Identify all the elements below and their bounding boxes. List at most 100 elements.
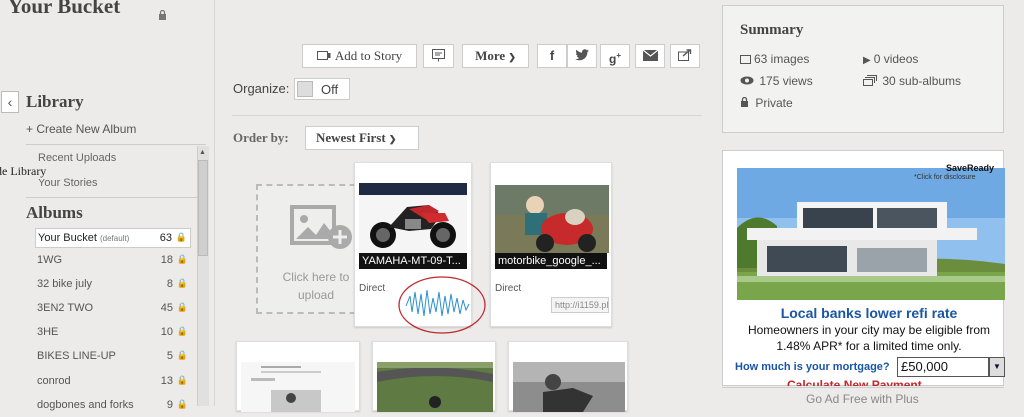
views-count: 175 views (759, 74, 813, 88)
videos-count: 0 videos (873, 52, 919, 66)
lock-icon (158, 9, 167, 23)
library-heading: Library (26, 92, 84, 111)
organize-state: Off (321, 82, 339, 97)
photo-tile[interactable] (508, 341, 628, 412)
page-title: Your Bucket (8, 0, 121, 18)
privacy-value: Private (755, 96, 793, 110)
photo-thumbnail[interactable] (513, 362, 625, 412)
album-item[interactable]: BIKES LINE-UP 5 🔒 (35, 347, 191, 367)
sidebar-scroll-thumb[interactable] (198, 160, 208, 256)
photo-thumbnail[interactable] (495, 185, 609, 253)
chevron-down-icon: ❯ (508, 52, 516, 62)
album-name: dogbones and forks (37, 399, 134, 411)
dropdown-arrow-icon[interactable]: ▼ (989, 357, 1005, 377)
organize-label: Organize: (233, 81, 290, 96)
album-item[interactable]: 3HE 10 🔒 (35, 323, 191, 343)
album-count: 5 (166, 350, 173, 362)
album-count: 45 (160, 302, 173, 314)
annotation-scribble (396, 274, 488, 341)
album-item[interactable]: conrod 13 🔒 (35, 372, 191, 392)
ad-cta-button[interactable]: Calculate New Payment (787, 378, 922, 386)
divider (722, 387, 1004, 388)
order-by-select[interactable]: Newest First ❯ (305, 126, 419, 150)
album-name: 32 bike july (37, 278, 93, 290)
ad-free-link[interactable]: Go Ad Free with Plus (806, 392, 919, 406)
photo-thumbnail[interactable] (241, 362, 355, 412)
photo-tile[interactable] (372, 341, 496, 412)
page-scrollbar[interactable] (1010, 0, 1024, 406)
ad-disclosure[interactable]: *Click for disclosure (914, 174, 975, 181)
more-label: More (475, 48, 506, 63)
direct-label: Direct (495, 283, 522, 294)
upload-text-line: upload (297, 288, 335, 302)
lock-icon: 🔒 (175, 232, 187, 242)
your-stories-link[interactable]: Your Stories (38, 177, 98, 189)
album-name: 3EN2 TWO (37, 302, 94, 314)
images-stat: 63 images (740, 52, 809, 66)
presentation-button[interactable] (423, 44, 454, 68)
album-item[interactable]: 1WG 18 🔒 (35, 251, 191, 271)
album-count: 9 (166, 399, 173, 411)
album-item-your-bucket[interactable]: Your Bucket (default) 63 🔒 (35, 228, 191, 248)
album-count: 63 (159, 232, 172, 244)
chevron-down-icon: ❯ (388, 134, 397, 144)
lock-icon: 🔒 (176, 350, 188, 360)
album-item[interactable]: 32 bike july 8 🔒 (35, 275, 191, 295)
lock-icon: 🔒 (176, 326, 188, 336)
divider (232, 115, 702, 116)
album-name: conrod (37, 375, 71, 387)
album-count: 8 (166, 278, 173, 290)
create-album-link[interactable]: + Create New Album (26, 122, 136, 136)
ad-sponsor[interactable]: SaveReady (920, 164, 994, 173)
divider (26, 197, 206, 198)
sub-albums-stat: 30 sub-albums (863, 74, 961, 88)
email-icon[interactable] (635, 44, 665, 68)
album-item[interactable]: 3EN2 TWO 45 🔒 (35, 299, 191, 319)
upload-text-line: Click here to (282, 270, 350, 284)
hide-library-link[interactable]: de Library (0, 164, 47, 179)
google-plus-icon[interactable]: g+ (600, 44, 630, 68)
images-count: 63 images (754, 52, 810, 66)
story-icon (316, 47, 331, 69)
album-count: 13 (160, 375, 173, 387)
photo-thumbnail[interactable] (377, 362, 493, 412)
order-by-value: Newest First (316, 130, 386, 145)
mortgage-amount-select[interactable]: £50,000 (897, 357, 989, 377)
photo-caption: YAMAHA-MT-09-T... (359, 253, 467, 269)
facebook-icon[interactable]: f (537, 44, 567, 68)
twitter-icon[interactable] (567, 44, 597, 68)
album-name: 1WG (37, 254, 63, 266)
add-to-story-button[interactable]: Add to Story (302, 44, 417, 68)
summary-title: Summary (740, 22, 804, 38)
album-name: BIKES LINE-UP (37, 350, 116, 362)
ad-body-line: 1.48% APR* for a limited time only. (776, 339, 962, 353)
photo-thumbnail[interactable] (359, 183, 467, 253)
ad-body: Homeowners in your city may be eligible … (738, 322, 1000, 354)
ad-image[interactable] (737, 168, 1005, 305)
upload-text[interactable]: Click here to upload (266, 268, 366, 304)
presentation-icon (432, 48, 445, 63)
lock-icon: 🔒 (176, 302, 188, 312)
chevron-left-icon[interactable]: ‹ (1, 91, 19, 113)
lock-icon: 🔒 (176, 254, 188, 264)
lock-icon: 🔒 (176, 375, 188, 385)
album-name: Your Bucket (default) (38, 232, 130, 244)
toggle-knob[interactable] (297, 81, 313, 97)
ad-headline[interactable]: Local banks lower refi rate (738, 305, 1000, 321)
more-dropdown[interactable]: More ❯ (462, 44, 529, 68)
scroll-up-arrow-icon[interactable]: ▲ (199, 148, 206, 156)
album-item[interactable]: dogbones and forks 9 🔒 (35, 396, 191, 416)
share-icon[interactable] (670, 44, 700, 68)
photo-tile[interactable] (236, 341, 360, 412)
add-to-story-label: Add to Story (334, 48, 403, 63)
ad-question: How much is your mortgage? (735, 361, 890, 373)
album-name: 3HE (37, 326, 59, 338)
direct-url-field[interactable]: http://i1159.pl (551, 297, 609, 313)
direct-label: Direct (359, 283, 386, 294)
image-icon (740, 55, 751, 64)
privacy-stat: Private (740, 96, 793, 110)
lock-icon: 🔒 (176, 399, 188, 409)
recent-uploads-link[interactable]: Recent Uploads (38, 152, 116, 164)
sub-albums-count: 30 sub-albums (882, 74, 962, 88)
ad-body-line: Homeowners in your city may be eligible … (747, 323, 991, 337)
